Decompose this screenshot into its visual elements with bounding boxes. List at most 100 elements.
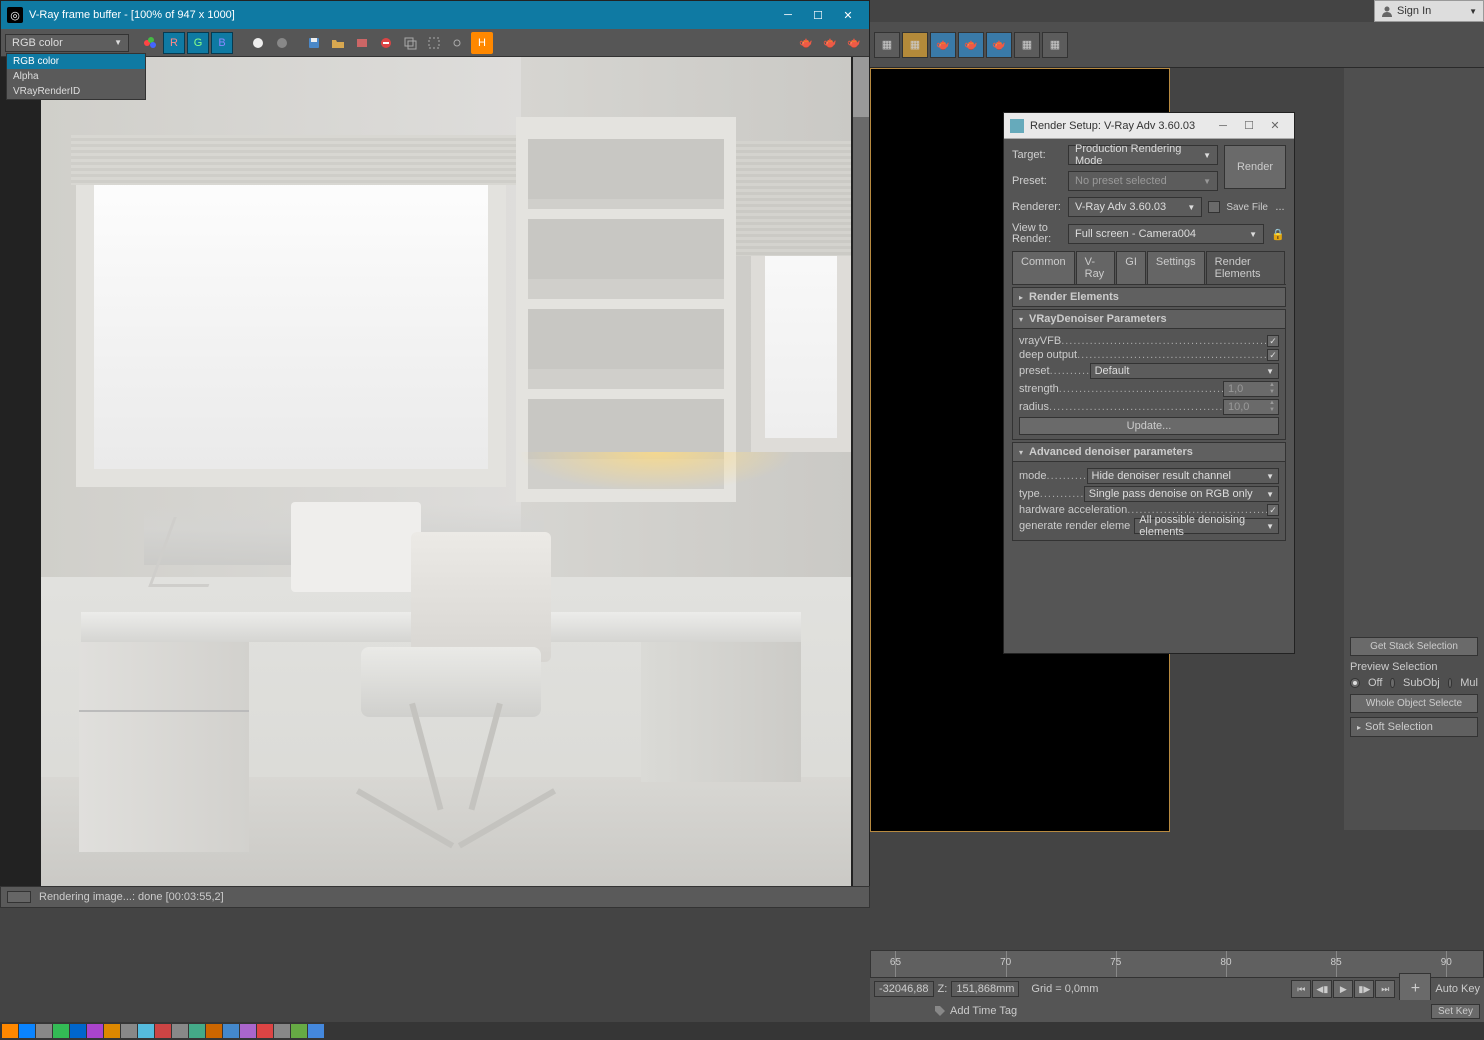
savefile-browse-button[interactable]: ... <box>1274 201 1286 213</box>
savefile-checkbox[interactable] <box>1208 201 1220 213</box>
teapot-gray-icon[interactable]: 🫖 <box>819 32 841 54</box>
type-dropdown[interactable]: Single pass denoise on RGB only▼ <box>1084 486 1279 502</box>
vfb-titlebar[interactable]: ◎ V-Ray frame buffer - [100% of 947 x 10… <box>1 1 869 29</box>
close-button[interactable]: ✕ <box>1262 115 1288 137</box>
get-stack-selection-button[interactable]: Get Stack Selection <box>1350 637 1478 656</box>
tab-settings[interactable]: Settings <box>1147 251 1205 284</box>
clear-icon[interactable] <box>351 32 373 54</box>
minimize-button[interactable]: ─ <box>1210 115 1236 137</box>
render-teapot-icon[interactable]: 🫖 <box>930 32 956 58</box>
signin-menu[interactable]: Sign In ▼ <box>1374 0 1484 22</box>
update-button[interactable]: Update... <box>1019 417 1279 435</box>
channel-option[interactable]: RGB color <box>7 54 145 69</box>
maximize-button[interactable]: ☐ <box>1236 115 1262 137</box>
soft-selection-rollout[interactable]: ▸Soft Selection <box>1350 717 1478 737</box>
link-icon[interactable] <box>447 32 469 54</box>
task-icon[interactable] <box>240 1024 256 1038</box>
g-channel-button[interactable]: G <box>187 32 209 54</box>
task-icon[interactable] <box>2 1024 18 1038</box>
tab-gi[interactable]: GI <box>1116 251 1146 284</box>
preset-dropdown[interactable]: No preset selected▼ <box>1068 171 1218 191</box>
mode-dropdown[interactable]: Hide denoiser result channel▼ <box>1087 468 1279 484</box>
duplicate-icon[interactable] <box>399 32 421 54</box>
teapot-icon[interactable]: 🫖 <box>986 32 1012 58</box>
tool-icon[interactable]: ▦ <box>874 32 900 58</box>
play-button[interactable]: ▶ <box>1333 980 1353 998</box>
tab-common[interactable]: Common <box>1012 251 1075 284</box>
next-frame-button[interactable]: ▮▶ <box>1354 980 1374 998</box>
channel-option[interactable]: VRayRenderID <box>7 84 145 99</box>
rollout-denoiser-params[interactable]: ▾VRayDenoiser Parameters <box>1012 309 1286 329</box>
task-icon[interactable] <box>172 1024 188 1038</box>
task-icon[interactable] <box>291 1024 307 1038</box>
gen-dropdown[interactable]: All possible denoising elements▼ <box>1134 518 1279 534</box>
history-icon[interactable]: H <box>471 32 493 54</box>
prev-frame-button[interactable]: ◀▮ <box>1312 980 1332 998</box>
vrayvfb-checkbox[interactable] <box>1267 335 1279 347</box>
radio-subobj[interactable] <box>1390 678 1395 688</box>
teapot-icon[interactable]: 🫖 <box>958 32 984 58</box>
viewto-dropdown[interactable]: Full screen - Camera004▼ <box>1068 224 1264 244</box>
b-channel-button[interactable]: B <box>211 32 233 54</box>
hw-checkbox[interactable] <box>1267 504 1279 516</box>
deep-checkbox[interactable] <box>1267 349 1279 361</box>
goto-start-button[interactable]: ⏮ <box>1291 980 1311 998</box>
task-icon[interactable] <box>138 1024 154 1038</box>
task-icon[interactable] <box>223 1024 239 1038</box>
tab-vray[interactable]: V-Ray <box>1076 251 1116 284</box>
task-icon[interactable] <box>257 1024 273 1038</box>
folder-icon[interactable] <box>327 32 349 54</box>
teapot-green-icon[interactable]: 🫖 <box>795 32 817 54</box>
r-channel-button[interactable]: R <box>163 32 185 54</box>
vfb-viewport[interactable] <box>1 57 869 903</box>
maximize-button[interactable]: ☐ <box>803 4 833 26</box>
tab-render-elements[interactable]: Render Elements <box>1206 251 1285 284</box>
rollout-advanced-denoiser[interactable]: ▾Advanced denoiser parameters <box>1012 442 1286 462</box>
rgb-toggle-icon[interactable] <box>139 32 161 54</box>
task-icon[interactable] <box>274 1024 290 1038</box>
whole-object-button[interactable]: Whole Object Selecte <box>1350 694 1478 713</box>
stop-icon[interactable] <box>375 32 397 54</box>
timeline[interactable]: 657075808590 <box>870 950 1484 978</box>
autokey-button[interactable]: Auto Key <box>1435 983 1480 995</box>
render-button[interactable]: Render <box>1224 145 1286 189</box>
mono-gray-icon[interactable] <box>271 32 293 54</box>
add-time-tag[interactable]: Add Time Tag <box>950 1005 1017 1017</box>
teapot-blue-icon[interactable]: 🫖 <box>843 32 865 54</box>
task-icon[interactable] <box>308 1024 324 1038</box>
task-icon[interactable] <box>19 1024 35 1038</box>
target-dropdown[interactable]: Production Rendering Mode▼ <box>1068 145 1218 165</box>
radio-off[interactable] <box>1350 678 1360 688</box>
setkey-button[interactable]: Set Key <box>1431 1004 1480 1019</box>
task-icon[interactable] <box>121 1024 137 1038</box>
mono-white-icon[interactable] <box>247 32 269 54</box>
close-button[interactable]: ✕ <box>833 4 863 26</box>
tool-icon[interactable]: ▦ <box>902 32 928 58</box>
rollout-render-elements[interactable]: ▸Render Elements <box>1012 287 1286 307</box>
task-icon[interactable] <box>53 1024 69 1038</box>
task-icon[interactable] <box>206 1024 222 1038</box>
preset-dropdown[interactable]: Default▼ <box>1090 363 1279 379</box>
task-icon[interactable] <box>87 1024 103 1038</box>
timeline-ruler[interactable]: 657075808590 <box>870 950 1484 978</box>
channel-dropdown[interactable]: RGB color ▼ RGB color Alpha VRayRenderID <box>5 34 129 52</box>
task-icon[interactable] <box>36 1024 52 1038</box>
task-icon[interactable] <box>155 1024 171 1038</box>
radio-mul[interactable] <box>1448 678 1453 688</box>
region-icon[interactable] <box>423 32 445 54</box>
scrollbar-vertical[interactable] <box>853 57 869 903</box>
tool-icon[interactable]: ▦ <box>1014 32 1040 58</box>
strength-spinner[interactable]: 1,0▲▼ <box>1223 381 1279 397</box>
lock-icon[interactable]: 🔒 <box>1270 228 1286 241</box>
tool-icon[interactable]: ▦ <box>1042 32 1068 58</box>
task-icon[interactable] <box>70 1024 86 1038</box>
render-setup-titlebar[interactable]: Render Setup: V-Ray Adv 3.60.03 ─ ☐ ✕ <box>1004 113 1294 139</box>
renderer-dropdown[interactable]: V-Ray Adv 3.60.03▼ <box>1068 197 1202 217</box>
minimize-button[interactable]: ─ <box>773 4 803 26</box>
radius-spinner[interactable]: 10,0▲▼ <box>1223 399 1279 415</box>
channel-option[interactable]: Alpha <box>7 69 145 84</box>
task-icon[interactable] <box>104 1024 120 1038</box>
goto-end-button[interactable]: ⏭ <box>1375 980 1395 998</box>
task-icon[interactable] <box>189 1024 205 1038</box>
save-icon[interactable] <box>303 32 325 54</box>
